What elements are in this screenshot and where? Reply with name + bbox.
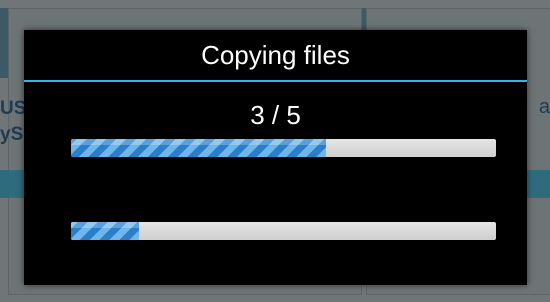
file-progress-fill <box>71 222 139 240</box>
background-text-left-line2: yS <box>0 124 24 145</box>
dialog-title: Copying files <box>201 40 350 70</box>
background-text-left: US yS <box>0 96 26 148</box>
overall-progress-fill <box>71 139 326 157</box>
copy-progress-dialog: Copying files 3 / 5 <box>24 30 527 285</box>
file-progress-bar <box>71 222 496 240</box>
title-divider <box>24 80 527 82</box>
overall-progress-bar <box>71 139 496 157</box>
file-counter: 3 / 5 <box>250 100 301 130</box>
background-text-right: a <box>538 96 550 118</box>
background-text-left-line1: US <box>0 98 27 119</box>
